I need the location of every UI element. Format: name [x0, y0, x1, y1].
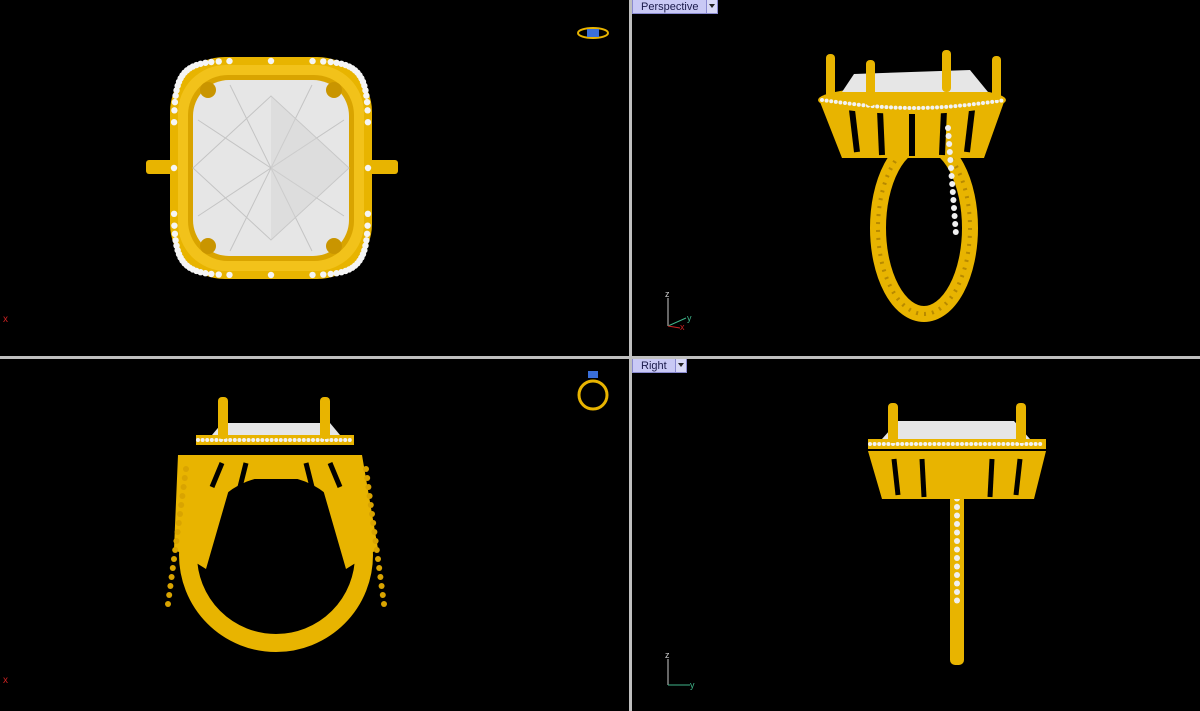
ring-top-view — [146, 57, 398, 279]
axis-x-marker: x — [3, 314, 8, 325]
viewport-front[interactable]: x — [0, 359, 629, 711]
ring-perspective-view — [818, 50, 1006, 322]
viewport-right[interactable]: Right z y — [632, 359, 1200, 711]
axis-z-label: z — [665, 289, 670, 299]
axis-x-marker: x — [3, 675, 8, 686]
axis-y-label: y — [687, 313, 692, 323]
axis-y-label: y — [690, 680, 695, 690]
axis-x-label: x — [680, 322, 685, 332]
ring-front-view — [165, 397, 387, 652]
ring-thumbnail-icon — [577, 371, 609, 411]
viewport-perspective[interactable]: Perspective z y x — [632, 0, 1200, 356]
axis-gizmo: z y x — [665, 289, 692, 332]
viewport-divider-horizontal[interactable] — [0, 356, 1200, 359]
ring-thumbnail-icon — [577, 27, 609, 39]
ring-right-view — [868, 403, 1046, 665]
viewport-top[interactable]: x — [0, 0, 629, 356]
axis-z-label: z — [665, 650, 670, 660]
axis-gizmo: z y — [665, 650, 695, 690]
